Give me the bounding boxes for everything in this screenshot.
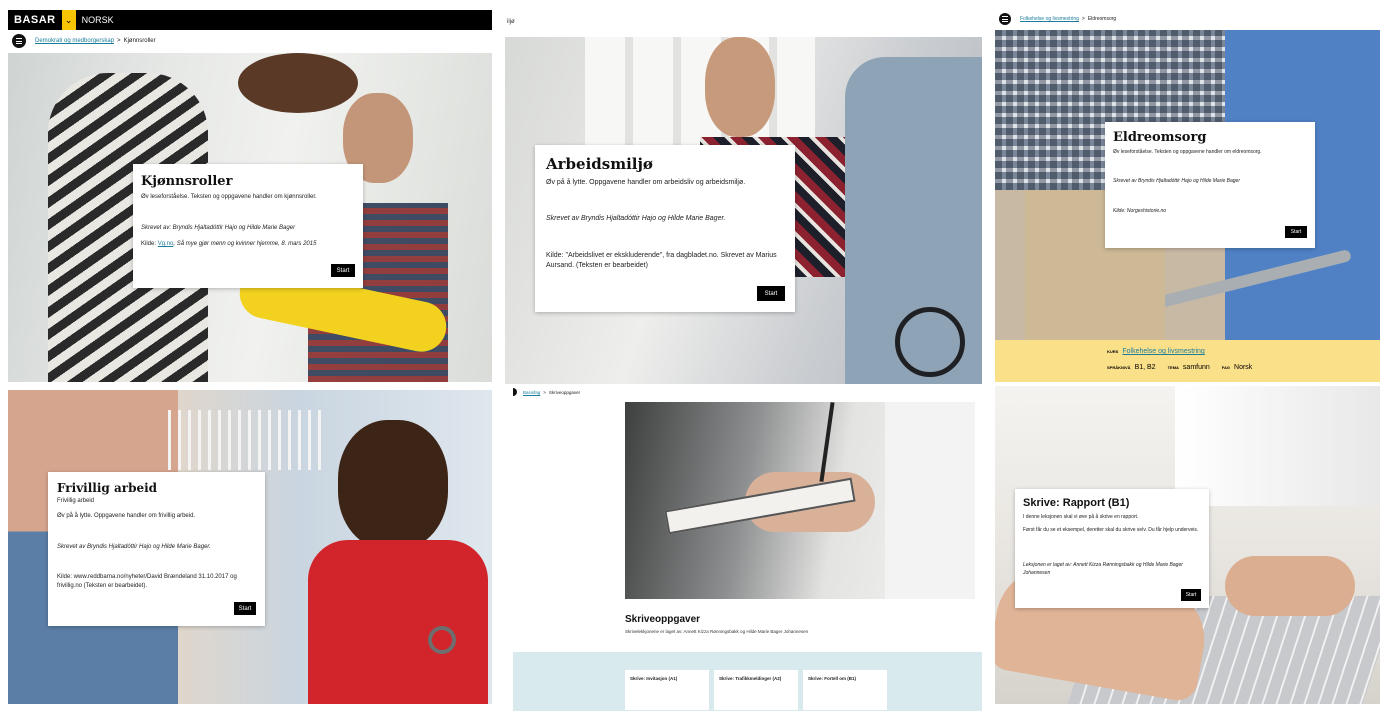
lesson-source: Kilde: Vg.no, Så mye gjør menn og kvinne… xyxy=(141,241,356,247)
panel-frivillig-arbeid: Frivillig arbeid Frivillig arbeid Øv på … xyxy=(8,390,492,704)
photo-child-red-shirt xyxy=(308,540,488,704)
lesson-intro: I denne leksjonen skal vi øve på å skriv… xyxy=(1023,514,1139,520)
lesson-author: Leksjonen er laget av: Annett Kizza Rønn… xyxy=(1023,562,1183,576)
photo-white-coat xyxy=(885,402,975,599)
lesson-subtitle: Frivillig arbeid xyxy=(57,498,95,504)
lesson-title: Frivillig arbeid xyxy=(57,481,158,495)
lesson-description: Øv på å lytte. Oppgavene handler om arbe… xyxy=(546,179,746,186)
start-button[interactable]: Start xyxy=(234,602,256,615)
section-title: Skriveoppgaver xyxy=(625,614,701,625)
lesson-source: Kilde: Norgeshistorie.no xyxy=(1113,208,1167,214)
start-button[interactable]: Start xyxy=(331,264,355,277)
meta-niva-label: SPRÅKNIVÅ xyxy=(1107,365,1131,370)
breadcrumb-separator: > xyxy=(543,389,546,395)
photo-child-face xyxy=(338,420,448,550)
tile-invitasjon[interactable]: Skrive: Invitasjon (A1) xyxy=(625,670,709,710)
meta-kurs-label: KURS xyxy=(1107,349,1119,354)
photo-pen xyxy=(819,402,835,482)
basar-logo[interactable]: BASAR xyxy=(8,14,62,26)
meta-tema-value: samfunn xyxy=(1182,364,1210,371)
breadcrumb-link[interactable]: Demokrati og medborgerskap xyxy=(35,38,114,44)
meta-kurs-link[interactable]: Folkehelse og livsmestring xyxy=(1122,348,1204,355)
photo-wheelchair xyxy=(895,307,965,377)
lesson-title: Kjønnsroller xyxy=(141,174,233,189)
chevron-down-icon[interactable]: ⌄ xyxy=(61,10,76,30)
menu-icon[interactable] xyxy=(999,13,1011,25)
course-meta-banner: KURS Folkehelse og livsmestring SPRÅKNIVÅ… xyxy=(995,340,1380,382)
lesson-source: Kilde: "Arbeidslivet er ekskluderende", … xyxy=(546,252,777,270)
lesson-description: Øv leseforståelse. Teksten og oppgavene … xyxy=(1113,149,1262,155)
breadcrumb-link[interactable]: Basisfag xyxy=(523,390,540,395)
panel-skrive-rapport: Skrive: Rapport (B1) I denne leksjonen s… xyxy=(995,386,1380,704)
source-link[interactable]: Vg.no xyxy=(158,241,174,247)
tile-trafikkmeldinger[interactable]: Skrive: Trafikkmeldinger (A2) xyxy=(714,670,798,710)
photo-head-woman xyxy=(238,53,358,113)
top-navigation-bar: BASAR ⌄ NORSK xyxy=(8,10,492,30)
meta-kurs: KURS Folkehelse og livsmestring xyxy=(1107,348,1205,355)
lesson-author: Skrevet av Bryndis Hjaltadóttir Hajo og … xyxy=(1113,178,1240,184)
meta-row: SPRÅKNIVÅ B1, B2 TEMA samfunn FAG Norsk xyxy=(1107,364,1252,371)
panel-skriveoppgaver: Basisfag > Skriveoppgaver Skriveoppgaver… xyxy=(505,386,982,711)
hero-photo xyxy=(625,402,975,599)
breadcrumb-current: Kjønnsroller xyxy=(123,38,156,44)
lesson-source: Kilde: www.reddbarna.no/nyheter/David Br… xyxy=(57,574,237,589)
meta-tema-label: TEMA xyxy=(1167,365,1179,370)
lesson-author: Skrevet av Bryndis Hjaltadóttir Hajo og … xyxy=(57,544,211,550)
breadcrumb-link[interactable]: Folkehelse og livsmestring xyxy=(1020,16,1079,22)
start-button[interactable]: Start xyxy=(757,286,785,301)
source-rest: , Så mye gjør menn og kvinner hjemme, 8.… xyxy=(173,241,317,247)
breadcrumb-separator: > xyxy=(1081,16,1085,22)
lesson-author: Skrevet av Bryndis Hjaltadóttir Hajo og … xyxy=(546,215,726,222)
menu-icon[interactable] xyxy=(513,388,517,396)
photo-hand-right xyxy=(1225,556,1355,616)
lesson-title: Arbeidsmiljø xyxy=(546,155,653,173)
breadcrumb-current: Skriveoppgaver xyxy=(548,389,581,395)
photo-window-blur xyxy=(1175,386,1380,506)
meta-fag-value: Norsk xyxy=(1234,364,1253,371)
meta-niva-value: B1, B2 xyxy=(1134,364,1156,371)
lesson-card: Kjønnsroller Øv leseforståelse. Teksten … xyxy=(133,164,363,288)
breadcrumb-current: Eldreomsorg xyxy=(1087,16,1117,22)
tile-fortell-om[interactable]: Skrive: Fortell om (B1) xyxy=(803,670,887,710)
top-label: iljø xyxy=(507,19,515,25)
lesson-description: Øv leseforståelse. Teksten og oppgavene … xyxy=(141,194,317,200)
lesson-title: Eldreomsorg xyxy=(1113,130,1207,145)
lesson-description: Først får du se et eksempel, deretter sk… xyxy=(1023,527,1199,533)
panel-kjonnsroller: BASAR ⌄ NORSK Demokrati og medborgerskap… xyxy=(8,10,492,382)
lesson-title: Skrive: Rapport (B1) xyxy=(1023,497,1130,509)
source-prefix: Kilde: xyxy=(141,241,158,247)
lesson-card: Eldreomsorg Øv leseforståelse. Teksten o… xyxy=(1105,122,1315,248)
breadcrumb: Basisfag > Skriveoppgaver xyxy=(513,388,580,396)
breadcrumb: Folkehelse og livsmestring > Eldreomsorg xyxy=(999,13,1116,25)
photo-head xyxy=(705,37,775,137)
panel-arbeidsmiljo: iljø Arbeidsmiljø Øv på å lytte. Oppgave… xyxy=(505,10,982,384)
lesson-card: Arbeidsmiljø Øv på å lytte. Oppgavene ha… xyxy=(535,145,795,312)
menu-icon[interactable] xyxy=(12,34,26,48)
section-description: Skrivelekkjonene er laget av: Annett Kiz… xyxy=(625,629,809,634)
start-button[interactable]: Start xyxy=(1181,589,1201,601)
panel-eldreomsorg: Folkehelse og livsmestring > Eldreomsorg… xyxy=(995,10,1380,382)
language-selector[interactable]: NORSK xyxy=(76,15,120,25)
lesson-tiles-band: Skrive: Invitasjon (A1) Skrive: Trafikkm… xyxy=(513,652,982,711)
lesson-card: Skrive: Rapport (B1) I denne leksjonen s… xyxy=(1015,489,1209,608)
breadcrumb: Demokrati og medborgerskap > Kjønnsrolle… xyxy=(12,34,156,48)
lesson-description: Øv på å lytte. Oppgavene handler om friv… xyxy=(57,513,196,519)
lesson-author: Skrevet av: Bryndis Hjaltadóttir Hajo og… xyxy=(141,225,296,231)
start-button[interactable]: Start xyxy=(1285,226,1307,238)
photo-stethoscope xyxy=(428,626,456,654)
photo-fence xyxy=(168,410,328,470)
lesson-card: Frivillig arbeid Frivillig arbeid Øv på … xyxy=(48,472,265,626)
breadcrumb-separator: > xyxy=(117,38,121,44)
meta-fag-label: FAG xyxy=(1221,365,1231,370)
